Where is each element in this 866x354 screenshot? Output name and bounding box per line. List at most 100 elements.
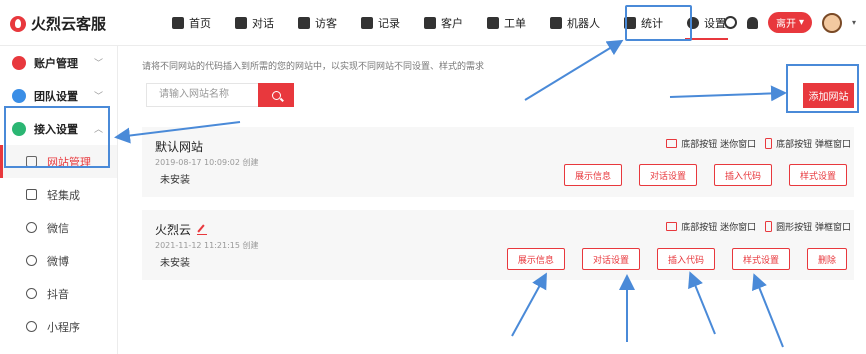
nav-label: 首页	[189, 17, 211, 30]
mobile-style: 底部按钮 弹框窗口	[776, 140, 851, 150]
flame-logo-icon	[10, 15, 26, 32]
visitors-icon	[298, 17, 310, 29]
nav-label: 客户	[441, 17, 463, 30]
nav-records[interactable]: 记录	[349, 0, 412, 46]
add-website-button[interactable]: 添加网站	[803, 83, 854, 108]
nav-ticket[interactable]: 工单	[475, 0, 538, 46]
sidebar: 账户管理 ﹀ 团队设置 ﹀ 接入设置 ︿ 网站管理 轻集成 微信 微博 抖音 小…	[0, 46, 118, 354]
wechat-icon	[26, 222, 37, 233]
sidebar-item-label: 网站管理	[47, 155, 91, 169]
style-settings-button[interactable]: 样式设置	[788, 164, 847, 186]
sidebar-group-label: 账户管理	[34, 56, 78, 70]
search-icon	[271, 90, 281, 100]
website-name-text: 火烈云	[155, 223, 192, 237]
nav-label: 记录	[378, 17, 400, 30]
customer-icon	[424, 17, 436, 29]
sidebar-item-weibo[interactable]: 微博	[0, 244, 117, 277]
insert-code-button[interactable]: 插入代码	[713, 164, 772, 186]
show-info-button[interactable]: 展示信息	[563, 164, 622, 186]
chevron-down-icon: ﹀	[93, 92, 103, 102]
sidebar-item-label: 微信	[47, 221, 69, 235]
sidebar-item-miniprogram[interactable]: 小程序	[0, 310, 117, 343]
phone-icon	[765, 221, 773, 232]
sidebar-item-wechat[interactable]: 微信	[0, 211, 117, 244]
chevron-down-icon: ﹀	[93, 59, 103, 69]
monitor-icon	[666, 222, 678, 231]
sidebar-item-integration[interactable]: 轻集成	[0, 178, 117, 211]
install-status: 未安装	[160, 258, 190, 269]
insert-code-button[interactable]: 插入代码	[656, 248, 715, 270]
website-icon	[26, 156, 37, 167]
home-icon	[172, 17, 184, 29]
sidebar-item-douyin[interactable]: 抖音	[0, 277, 117, 310]
install-status: 未安装	[160, 175, 190, 186]
robot-icon	[550, 17, 562, 29]
logo[interactable]: 火烈云客服	[10, 13, 106, 34]
nav-home[interactable]: 首页	[160, 0, 223, 46]
records-icon	[361, 17, 373, 29]
website-actions: 展示信息 对话设置 插入代码 样式设置 删除	[506, 248, 847, 270]
account-icon	[12, 55, 26, 70]
sidebar-item-label: 微博	[47, 254, 69, 268]
sidebar-group-account[interactable]: 账户管理 ﹀	[0, 46, 117, 79]
website-card: 默认网站 2019-08-17 10:09:02 创建 未安装 底部按钮 迷你窗…	[142, 127, 854, 197]
delete-button[interactable]: 删除	[806, 248, 847, 270]
nav-visitors[interactable]: 访客	[286, 0, 349, 46]
weibo-icon	[26, 255, 37, 266]
sidebar-item-label: 轻集成	[47, 188, 80, 202]
avatar[interactable]	[821, 12, 842, 33]
top-bar: 火烈云客服 首页 对话 访客 记录 客户 工单 机器人 统计 设置 离开 ▾ ▾	[0, 0, 866, 46]
search-button[interactable]	[258, 83, 294, 107]
integration-icon	[26, 189, 37, 200]
sidebar-group-team[interactable]: 团队设置 ﹀	[0, 79, 117, 112]
pc-style: 底部按钮 迷你窗口	[681, 223, 757, 233]
style-settings-button[interactable]: 样式设置	[731, 248, 790, 270]
chevron-down-icon: ▾	[798, 17, 804, 28]
top-right-tools: 离开 ▾ ▾	[723, 12, 856, 33]
edit-icon[interactable]	[197, 225, 208, 235]
brand-name: 火烈云客服	[31, 15, 107, 33]
main-content: 请将不同网站的代码插入到所需的您的网站中，以实现不同网站不同设置、样式的需求 请…	[118, 46, 866, 354]
nav-stats[interactable]: 统计	[612, 0, 675, 46]
website-name: 火烈云	[155, 221, 208, 238]
douyin-icon	[26, 288, 37, 299]
nav-robot[interactable]: 机器人	[538, 0, 612, 46]
sidebar-item-website[interactable]: 网站管理	[0, 145, 117, 178]
nav-label: 对话	[252, 17, 274, 30]
nav-chat[interactable]: 对话	[223, 0, 286, 46]
status-dropdown[interactable]: 离开 ▾	[767, 12, 812, 33]
nav-customer[interactable]: 客户	[412, 0, 475, 46]
chat-settings-button[interactable]: 对话设置	[581, 248, 640, 270]
nav-label: 工单	[504, 17, 526, 30]
access-icon	[12, 121, 26, 136]
ticket-icon	[487, 17, 499, 29]
pc-style: 底部按钮 迷你窗口	[681, 140, 757, 150]
sidebar-group-label: 团队设置	[34, 89, 78, 103]
website-style-summary: 底部按钮 迷你窗口 底部按钮 弹框窗口	[666, 137, 851, 150]
phone-icon	[765, 138, 773, 149]
search-input[interactable]: 请输入网站名称	[146, 83, 258, 107]
nav-label: 访客	[315, 17, 337, 30]
sidebar-group-label: 接入设置	[34, 122, 78, 136]
chat-icon	[235, 17, 247, 29]
chevron-down-icon[interactable]: ▾	[852, 18, 856, 27]
headset-icon[interactable]	[723, 16, 737, 29]
nav-label: 机器人	[567, 17, 600, 30]
show-info-button[interactable]: 展示信息	[506, 248, 565, 270]
website-name-text: 默认网站	[155, 140, 204, 154]
chat-settings-button[interactable]: 对话设置	[638, 164, 697, 186]
miniprogram-icon	[26, 321, 37, 332]
website-card: 火烈云 2021-11-12 11:21:15 创建 未安装 底部按钮 迷你窗口…	[142, 210, 854, 280]
sidebar-item-label: 小程序	[47, 320, 80, 334]
nav-label: 统计	[641, 17, 663, 30]
gear-icon	[687, 17, 699, 29]
sidebar-group-access[interactable]: 接入设置 ︿	[0, 112, 117, 145]
page-hint: 请将不同网站的代码插入到所需的您的网站中，以实现不同网站不同设置、样式的需求	[142, 62, 485, 72]
website-actions: 展示信息 对话设置 插入代码 样式设置	[563, 164, 847, 186]
website-style-summary: 底部按钮 迷你窗口 圆形按钮 弹框窗口	[666, 220, 851, 233]
monitor-icon	[666, 139, 678, 148]
bell-icon[interactable]	[746, 16, 758, 29]
chevron-up-icon: ︿	[93, 125, 103, 135]
main-nav: 首页 对话 访客 记录 客户 工单 机器人 统计 设置	[160, 0, 738, 46]
website-created: 2019-08-17 10:09:02 创建	[155, 158, 259, 167]
